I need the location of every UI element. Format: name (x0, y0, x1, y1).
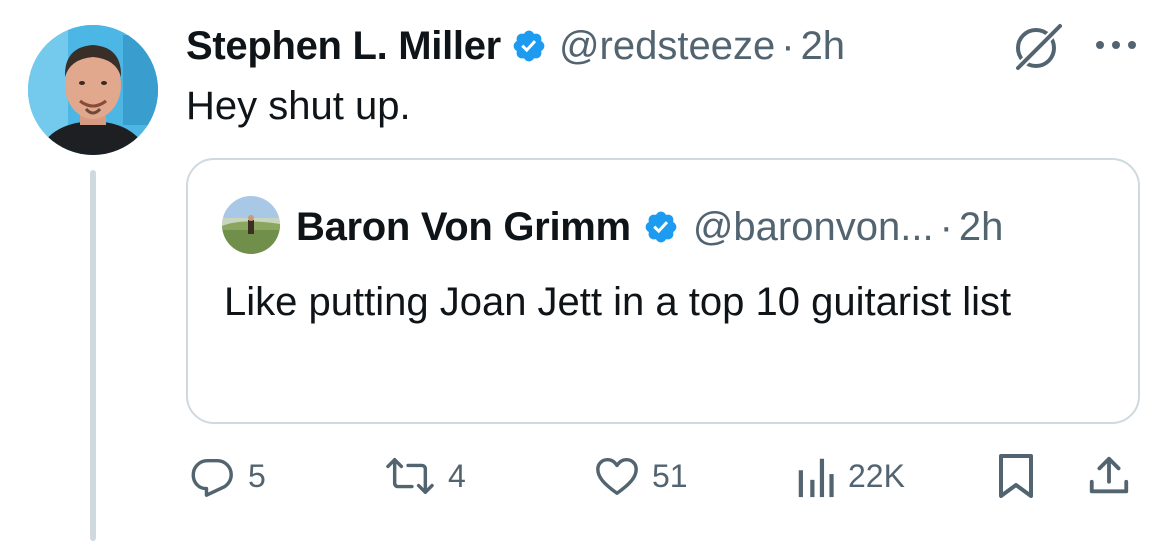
separator-dot: · (781, 23, 795, 68)
more-horizontal-icon[interactable] (1092, 30, 1140, 60)
view-count: 22K (848, 457, 905, 494)
share-button[interactable] (1086, 446, 1132, 506)
bookmark-icon (996, 452, 1036, 500)
quoted-author-handle[interactable]: @baronvon... (693, 205, 934, 250)
tweet-text: Hey shut up. (186, 84, 411, 128)
reply-icon (190, 453, 236, 499)
tweet-header: Stephen L. Miller @redsteeze · 2h (186, 20, 845, 72)
quoted-tweet-header: Baron Von Grimm @baronvon... · 2h (296, 202, 1003, 252)
separator-dot: · (939, 204, 953, 249)
verified-badge-icon (643, 209, 679, 245)
heart-icon (594, 453, 640, 499)
retweet-button[interactable]: 4 (384, 446, 466, 506)
grok-icon[interactable] (1012, 20, 1064, 72)
quoted-tweet-timestamp[interactable]: 2h (959, 205, 1004, 250)
share-icon (1086, 453, 1132, 499)
views-chart-icon (796, 453, 836, 499)
reply-count: 5 (248, 457, 266, 494)
tweet-timestamp[interactable]: 2h (801, 24, 846, 69)
reply-button[interactable]: 5 (190, 446, 266, 506)
like-count: 51 (652, 457, 688, 494)
tweet[interactable]: Stephen L. Miller @redsteeze · 2h Hey sh… (0, 0, 1170, 541)
author-avatar[interactable] (28, 25, 158, 155)
quoted-tweet[interactable]: Baron Von Grimm @baronvon... · 2h Like p… (186, 158, 1140, 424)
author-handle[interactable]: @redsteeze (559, 24, 775, 69)
bookmark-button[interactable] (996, 446, 1036, 506)
author-name[interactable]: Stephen L. Miller (186, 24, 501, 69)
like-button[interactable]: 51 (594, 446, 688, 506)
quoted-author-avatar[interactable] (222, 196, 280, 254)
retweet-icon (384, 453, 436, 499)
retweet-count: 4 (448, 457, 466, 494)
quoted-tweet-text: Like putting Joan Jett in a top 10 guita… (224, 280, 1012, 324)
verified-badge-icon (511, 28, 547, 64)
views-button[interactable]: 22K (796, 446, 905, 506)
thread-connector-line (90, 170, 96, 541)
tweet-action-bar: 5 4 51 22K (186, 446, 1146, 506)
quoted-author-name[interactable]: Baron Von Grimm (296, 205, 631, 250)
